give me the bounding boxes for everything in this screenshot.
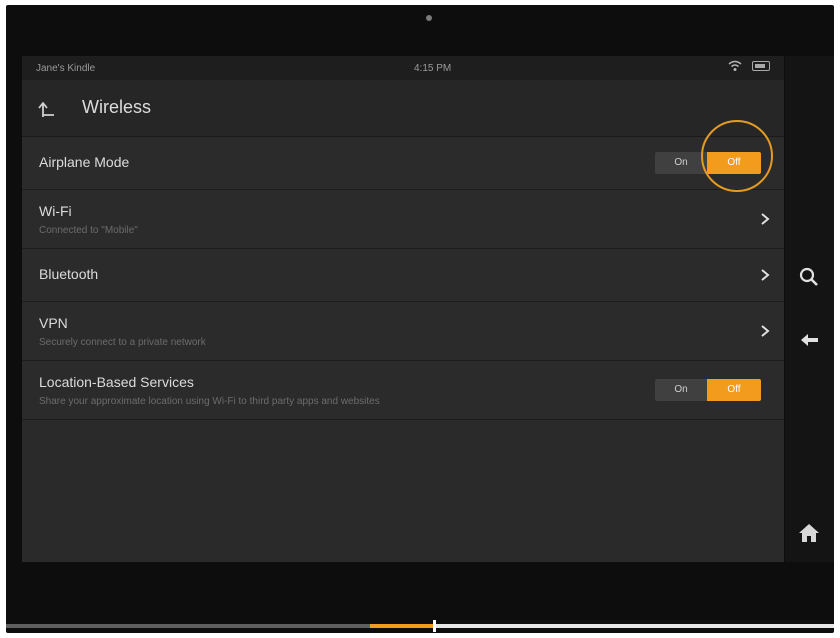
- home-icon[interactable]: [797, 521, 821, 545]
- battery-icon: [752, 61, 770, 71]
- airplane-mode-row: Airplane Mode On Off: [22, 137, 784, 190]
- device-name: Jane's Kindle: [36, 63, 96, 74]
- device-bezel: Jane's Kindle 4:15 PM Wireless Airplane …: [6, 5, 834, 633]
- search-icon[interactable]: [797, 265, 821, 289]
- status-bar: Jane's Kindle 4:15 PM: [22, 56, 784, 80]
- camera-dot: [426, 15, 432, 21]
- progress-handle[interactable]: [433, 620, 436, 632]
- tap-highlight-circle: [701, 120, 773, 192]
- back-arrow-icon[interactable]: [797, 328, 821, 352]
- location-services-label: Location-Based Services: [39, 374, 194, 390]
- location-services-off-option[interactable]: Off: [707, 379, 761, 401]
- bluetooth-label: Bluetooth: [39, 266, 99, 282]
- navigation-bar: [785, 56, 834, 562]
- airplane-mode-label: Airplane Mode: [39, 154, 130, 170]
- video-progress-bar[interactable]: [6, 620, 834, 632]
- bluetooth-row[interactable]: Bluetooth: [22, 249, 784, 302]
- chevron-right-icon: [761, 213, 770, 225]
- location-services-description: Share your approximate location using Wi…: [39, 396, 380, 407]
- clock: 4:15 PM: [414, 63, 452, 74]
- page-header: Wireless: [22, 80, 784, 137]
- chevron-right-icon: [761, 269, 770, 281]
- location-services-row: Location-Based Services Share your appro…: [22, 361, 784, 420]
- progress-buffered: [370, 624, 434, 628]
- page-title: Wireless: [82, 97, 152, 117]
- airplane-mode-on-option[interactable]: On: [655, 152, 707, 174]
- back-button[interactable]: [36, 98, 58, 120]
- vpn-row[interactable]: VPN Securely connect to a private networ…: [22, 302, 784, 361]
- location-services-toggle[interactable]: On Off: [655, 379, 761, 401]
- progress-remaining: [436, 624, 834, 628]
- vpn-label: VPN: [39, 315, 68, 331]
- wifi-label: Wi-Fi: [39, 203, 72, 219]
- status-icons: [728, 60, 770, 72]
- wifi-icon: [728, 60, 742, 71]
- wifi-row[interactable]: Wi-Fi Connected to "Mobile": [22, 190, 784, 249]
- chevron-right-icon: [761, 325, 770, 337]
- wifi-status: Connected to "Mobile": [39, 225, 138, 236]
- location-services-on-option[interactable]: On: [655, 379, 707, 401]
- settings-screen: Jane's Kindle 4:15 PM Wireless Airplane …: [22, 56, 784, 562]
- vpn-description: Securely connect to a private network: [39, 337, 206, 348]
